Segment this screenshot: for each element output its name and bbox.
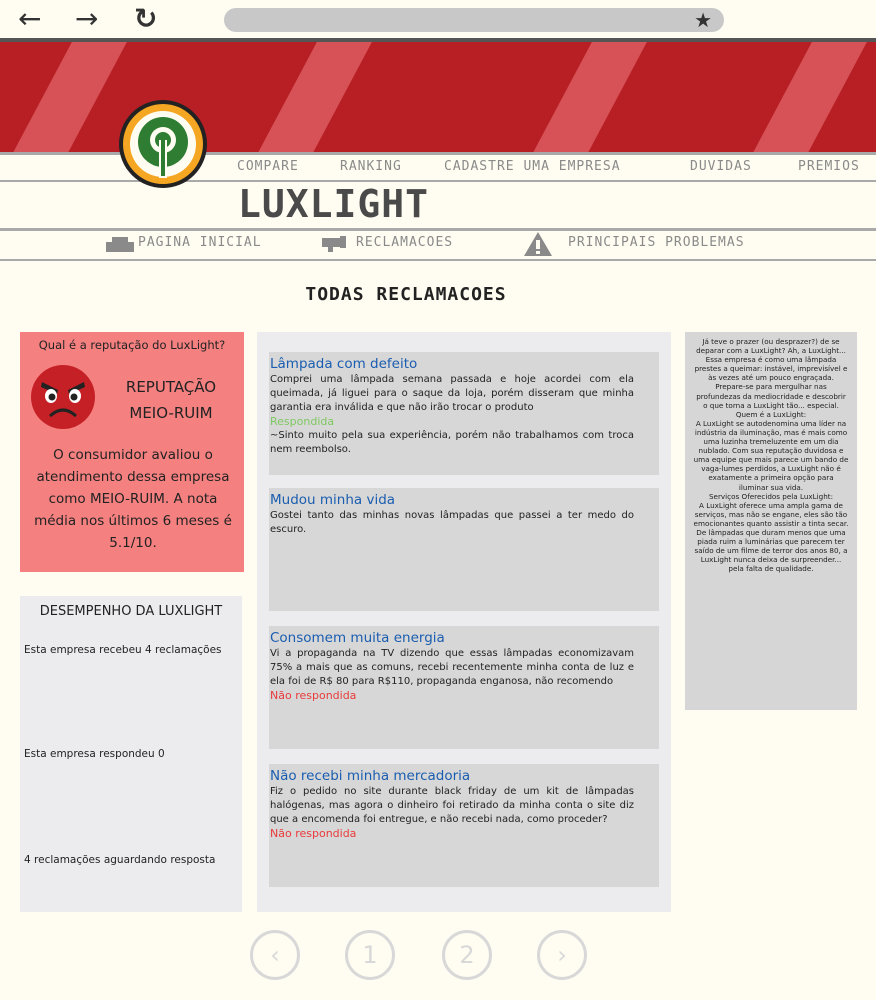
back-arrow-icon[interactable]: ← [18,4,41,34]
complaint-card[interactable]: Lâmpada com defeito Comprei uma lâmpada … [269,352,659,475]
complaint-status: Respondida [270,415,335,428]
complaint-body: Gostei tanto das minhas novas lâmpadas q… [270,509,634,537]
reputation-title-line2: MEIO-RUIM [129,404,213,422]
reputation-title: REPUTAÇÃO MEIO-RUIM [106,374,236,426]
angry-face-icon [31,365,95,429]
complaint-title[interactable]: Lâmpada com defeito [270,356,417,372]
page-title: TODAS RECLAMACOES [305,284,507,305]
complaint-card[interactable]: Não recebi minha mercadoria Fiz o pedido… [269,764,659,887]
about-panel: Já teve o prazer (ou desprazer?) de se d… [685,332,857,710]
nav-doubts[interactable]: DUVIDAS [690,159,752,174]
warning-icon [524,232,552,256]
forward-arrow-icon[interactable]: → [75,4,98,34]
banner-stripe [247,42,378,152]
page-1-button[interactable]: 1 [345,930,395,980]
bookmark-star-icon[interactable]: ★ [694,9,712,31]
divider [0,228,876,231]
complaint-text: Comprei uma lâmpada semana passada e hoj… [270,374,634,413]
about-text: Já teve o prazer (ou desprazer?) de se d… [693,337,849,573]
complaint-text: Gostei tanto das minhas novas lâmpadas q… [270,510,634,535]
nav-awards[interactable]: PREMIOS [798,159,860,174]
company-reply: ~Sinto muito pela sua experiência, porém… [270,430,634,455]
complaint-status: Não respondida [270,689,357,702]
banner-stripe [742,42,873,152]
complaint-title[interactable]: Não recebi minha mercadoria [270,768,470,784]
performance-title: DESEMPENHO DA LUXLIGHT [39,604,223,619]
divider [0,259,876,261]
reload-icon[interactable]: ↻ [134,4,157,34]
browser-toolbar: ← → ↻ ★ [0,0,876,40]
nav-ranking[interactable]: RANKING [340,159,402,174]
about-who-text: A LuxLight se autodenomina uma líder na … [693,418,849,492]
banner-stripe [522,42,653,152]
complaint-title[interactable]: Consomem muita energia [270,630,445,646]
reputation-description: O consumidor avaliou o atendimento dessa… [34,447,232,551]
complaint-card[interactable]: Mudou minha vida Gostei tanto das minhas… [269,488,659,611]
complaint-body: Vi a propaganda na TV dizendo que essas … [270,647,634,703]
luxlight-logo[interactable] [108,96,218,192]
complaint-text: Fiz o pedido no site durante black frida… [270,786,634,825]
complaints-answered: Esta empresa respondeu 0 [24,748,165,760]
complaints-waiting: 4 reclamações aguardando resposta [24,854,216,866]
subnav-complaints[interactable]: RECLAMACOES [356,235,453,250]
page-2-button[interactable]: 2 [442,930,492,980]
company-name: LUXLIGHT [238,182,430,226]
home-icon [106,237,134,252]
thumbs-down-icon [322,236,346,252]
next-page-button[interactable]: › [537,930,587,980]
prev-page-button[interactable]: ‹ [250,930,300,980]
reputation-panel: Qual é a reputação do LuxLight? REPUTAÇÃ… [20,332,244,572]
about-services-text: A LuxLight oferece uma ampla gama de ser… [693,500,849,574]
complaints-list: Lâmpada com defeito Comprei uma lâmpada … [257,332,671,912]
address-bar[interactable]: ★ [224,8,724,32]
reputation-title-line1: REPUTAÇÃO [125,378,217,396]
about-who-title: Quem é a LuxLight: [735,409,807,419]
complaint-status: Não respondida [270,827,357,840]
complaint-text: Vi a propaganda na TV dizendo que essas … [270,648,634,687]
complaint-title[interactable]: Mudou minha vida [270,492,395,508]
nav-compare[interactable]: COMPARE [237,159,299,174]
complaint-card[interactable]: Consomem muita energia Vi a propaganda n… [269,626,659,749]
about-intro: Já teve o prazer (ou desprazer?) de se d… [694,337,848,410]
subnav-home[interactable]: PAGINA INICIAL [138,235,262,250]
complaint-body: Comprei uma lâmpada semana passada e hoj… [270,373,634,457]
reputation-question: Qual é a reputação do LuxLight? [38,338,226,352]
performance-panel: DESEMPENHO DA LUXLIGHT Esta empresa rece… [20,596,242,912]
about-services-title: Serviços Oferecidos pela LuxLight: [708,491,834,501]
complaints-received: Esta empresa recebeu 4 reclamações [24,644,222,656]
complaint-body: Fiz o pedido no site durante black frida… [270,785,634,841]
subnav-main-problems[interactable]: PRINCIPAIS PROBLEMAS [568,235,745,250]
nav-register-company[interactable]: CADASTRE UMA EMPRESA [444,159,621,174]
